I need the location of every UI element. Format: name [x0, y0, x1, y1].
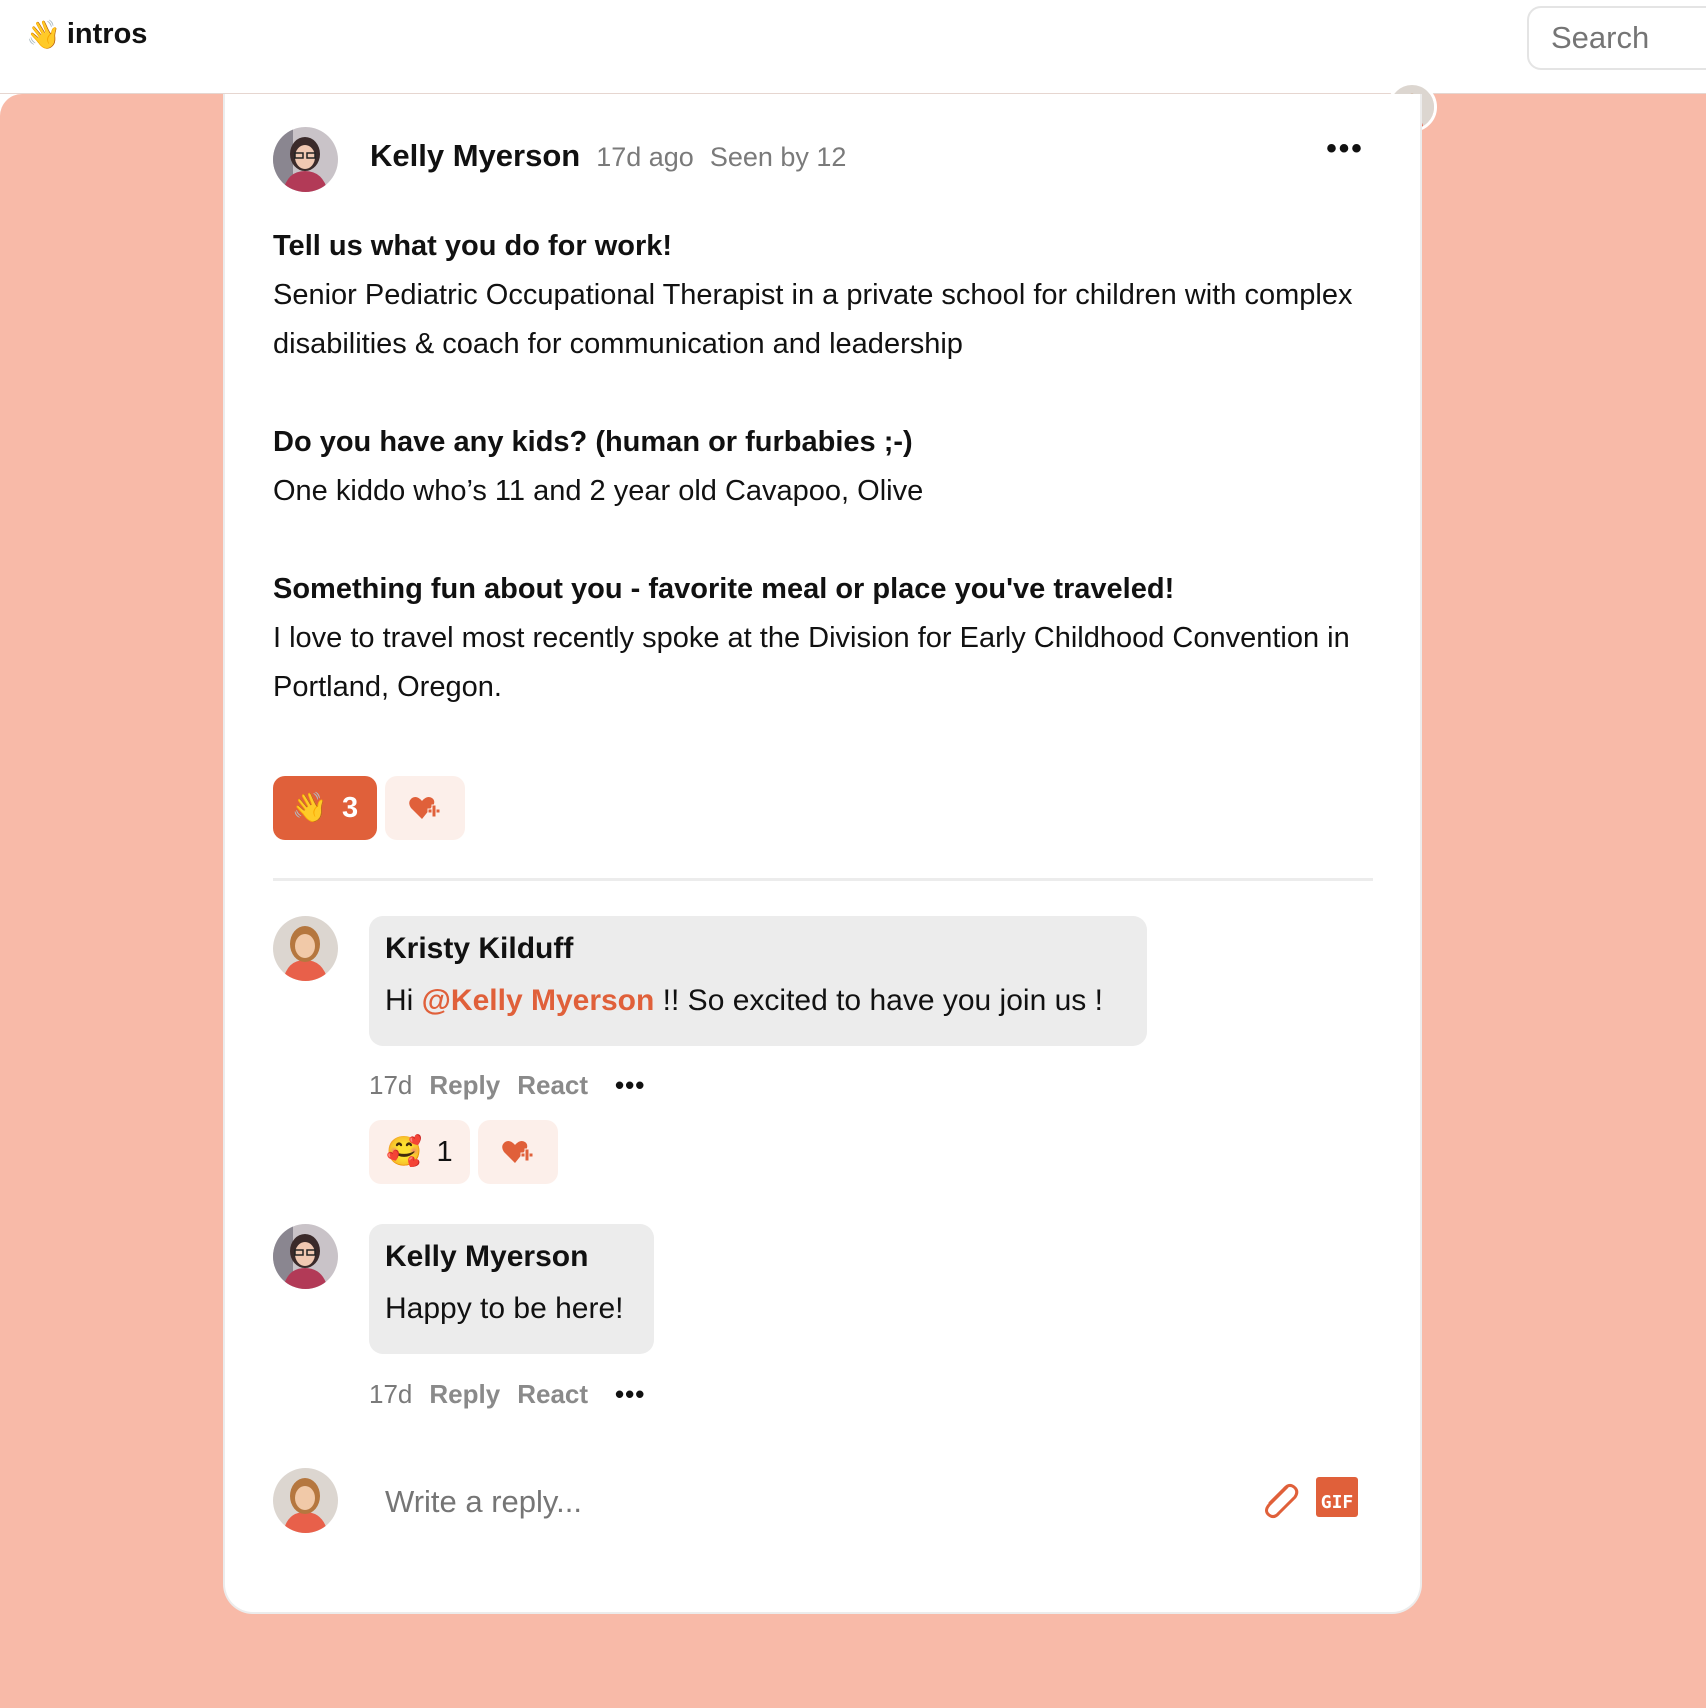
heart-plus-icon	[502, 1141, 534, 1163]
seen-by-count[interactable]: Seen by 12	[710, 142, 847, 173]
mention-link[interactable]: @Kelly Myerson	[422, 984, 655, 1017]
comment-author[interactable]: Kristy Kilduff	[385, 932, 1131, 966]
composer-avatar	[273, 1468, 338, 1533]
post-timestamp: 17d ago	[596, 142, 694, 172]
reply-button[interactable]: Reply	[429, 1379, 500, 1410]
post-reactions: 👋 3	[273, 776, 465, 840]
react-button[interactable]: React	[517, 1379, 588, 1410]
comment-timestamp: 17d	[369, 1070, 413, 1100]
top-bar: 👋 intros	[0, 0, 1706, 94]
comment-bubble: Kristy Kilduff Hi @Kelly Myerson !! So e…	[369, 916, 1147, 1046]
comment-actions: 17d Reply React •••	[369, 1070, 645, 1101]
comment-text: Hi @Kelly Myerson !! So excited to have …	[385, 984, 1131, 1018]
comment-reactions: 🥰 1	[369, 1120, 558, 1184]
post-header: Kelly Myerson 17d ago Seen by 12	[370, 138, 846, 174]
search-input[interactable]	[1527, 6, 1706, 70]
post-section: Tell us what you do for work! Senior Ped…	[273, 222, 1383, 369]
reaction-count: 1	[436, 1135, 453, 1168]
heart-plus-icon	[409, 797, 441, 819]
smiling-hearts-reaction-chip[interactable]: 🥰 1	[369, 1120, 470, 1184]
paperclip-icon[interactable]	[1257, 1477, 1303, 1523]
comment-author[interactable]: Kelly Myerson	[385, 1240, 638, 1274]
reaction-count: 3	[341, 791, 359, 824]
comment-text: Happy to be here!	[385, 1292, 624, 1325]
comment-bubble: Kelly Myerson Happy to be here!	[369, 1224, 654, 1354]
post-section: Do you have any kids? (human or furbabie…	[273, 418, 1383, 516]
comment-more-button[interactable]: •••	[615, 1379, 645, 1410]
gif-button[interactable]: GIF	[1316, 1477, 1358, 1517]
section-answer: One kiddo who’s 11 and 2 year old Cavapo…	[273, 475, 924, 507]
comment-more-button[interactable]: •••	[615, 1070, 645, 1101]
section-question: Something fun about you - favorite meal …	[273, 573, 1175, 605]
post-more-button[interactable]: •••	[1320, 134, 1370, 169]
author-avatar[interactable]	[273, 127, 338, 192]
smiling-face-hearts-icon: 🥰	[386, 1136, 423, 1168]
channel-title[interactable]: 👋 intros	[26, 18, 147, 51]
comment-timestamp: 17d	[369, 1379, 413, 1409]
wave-reaction-chip[interactable]: 👋 3	[273, 776, 377, 840]
comments-divider	[273, 878, 1373, 881]
waving-hand-icon: 👋	[26, 19, 61, 50]
comment-text-part: Hi	[385, 984, 422, 1017]
section-question: Tell us what you do for work!	[273, 230, 673, 262]
add-reaction-button[interactable]	[385, 776, 465, 840]
commenter-avatar[interactable]	[273, 916, 338, 981]
reply-input[interactable]	[385, 1484, 1285, 1520]
react-button[interactable]: React	[517, 1070, 588, 1101]
channel-name: intros	[66, 18, 148, 50]
reply-button[interactable]: Reply	[429, 1070, 500, 1101]
comment-actions: 17d Reply React •••	[369, 1379, 645, 1410]
commenter-avatar[interactable]	[273, 1224, 338, 1289]
post-body: Tell us what you do for work! Senior Ped…	[273, 222, 1383, 761]
section-question: Do you have any kids? (human or furbabie…	[273, 426, 913, 458]
post-author-name[interactable]: Kelly Myerson	[370, 138, 580, 174]
post-section: Something fun about you - favorite meal …	[273, 565, 1383, 712]
section-answer: Senior Pediatric Occupational Therapist …	[273, 279, 1353, 360]
comment-text-part: !! So excited to have you join us !	[654, 984, 1103, 1017]
add-reaction-button[interactable]	[478, 1120, 558, 1184]
waving-hand-icon: 👋	[291, 792, 328, 824]
section-answer: I love to travel most recently spoke at …	[273, 622, 1350, 703]
post-card: Kelly Myerson 17d ago Seen by 12 ••• Tel…	[223, 94, 1422, 1614]
